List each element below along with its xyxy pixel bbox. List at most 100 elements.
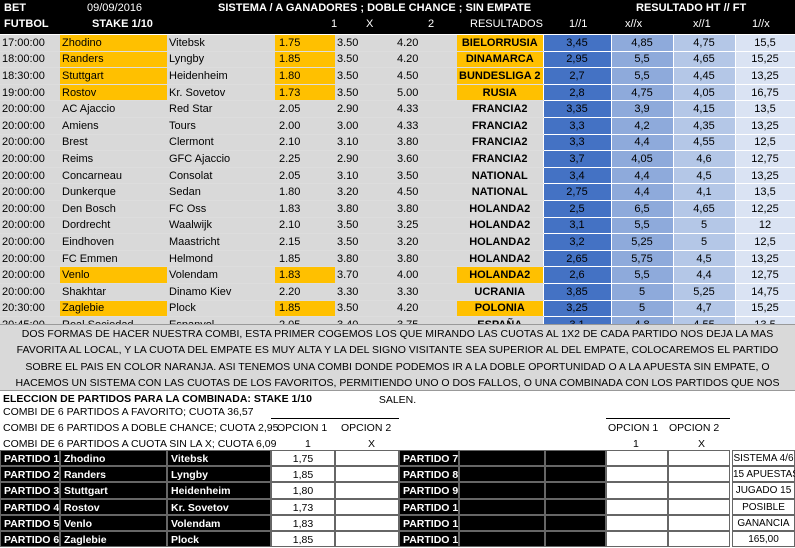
league-name: RUSIA <box>457 84 543 102</box>
result-x-x: 6,5 <box>610 199 674 218</box>
league-name: UCRANIA <box>457 283 543 301</box>
result-1-1: 3,1 <box>542 216 612 235</box>
odd-2: 4.20 <box>395 51 457 69</box>
explanation-text: DOS FORMAS DE HACER NUESTRA COMBI, ESTA … <box>0 324 795 406</box>
opt2-val-right: X <box>698 438 706 450</box>
result-x-x: 5,5 <box>610 50 674 69</box>
opt1-val-left: 1 <box>305 438 311 450</box>
match-time: 20:00:00 <box>0 200 60 218</box>
result-x-1: 4,55 <box>672 133 736 152</box>
partido-away <box>545 498 606 515</box>
home-team: Rostov <box>60 84 167 102</box>
away-team: Tours <box>167 117 275 135</box>
partido-home: Randers <box>60 466 167 483</box>
result-1-1: 2,65 <box>542 249 612 268</box>
away-team: Red Star <box>167 100 275 118</box>
partido-label: PARTIDO 4 <box>0 498 60 515</box>
table-row: 20:00:00 Reims GFC Ajaccio 2.25 2.90 3.60 FRAN… <box>0 150 795 168</box>
result-x-x: 4,75 <box>610 83 674 102</box>
result-x-x: 4,4 <box>610 166 674 185</box>
partido-away: Vitebsk <box>167 450 271 467</box>
result-1-x: 13,25 <box>734 166 795 185</box>
away-team: Waalwijk <box>167 217 275 235</box>
match-time: 20:00:00 <box>0 134 60 152</box>
odd-x: 3.70 <box>335 266 395 284</box>
stake-label: STAKE 1/10 <box>92 18 153 30</box>
result-1-1: 2,8 <box>542 83 612 102</box>
odd-2: 3.25 <box>395 217 457 235</box>
system-summary-cell: GANANCIA <box>732 514 795 531</box>
odd-2: 4.50 <box>395 183 457 201</box>
col-x-header: X <box>366 18 374 30</box>
partido-away: Heidenheim <box>167 482 271 499</box>
opcion2-cell <box>335 531 399 548</box>
result-x-x: 4,4 <box>610 133 674 152</box>
odd-2: 3.80 <box>395 134 457 152</box>
table-row: 20:00:00 Amiens Tours 2.00 3.00 4.33 FRANCIA2 3… <box>0 116 795 135</box>
result-1-x: 15,25 <box>734 50 795 69</box>
combi-line-3: COMBI DE 6 PARTIDOS A CUOTA SIN LA X; CU… <box>3 438 277 450</box>
result-x-x: 3,9 <box>610 100 674 118</box>
match-time: 20:00:00 <box>0 117 60 135</box>
result-x-x: 4,85 <box>610 34 674 52</box>
r4-header: 1//x <box>752 18 770 30</box>
partido-home: Stuttgart <box>60 482 167 499</box>
match-time: 18:00:00 <box>0 51 60 69</box>
result-x-1: 4,35 <box>672 116 736 135</box>
odd-1: 1.83 <box>275 200 335 218</box>
opcion1-cell <box>606 450 668 467</box>
partido-away: Plock <box>167 531 271 548</box>
odd-x: 2.90 <box>335 100 395 118</box>
partido-label: PARTIDO 9 <box>399 482 459 499</box>
result-x-1: 4,5 <box>672 166 736 185</box>
league-name: NATIONAL <box>457 167 543 185</box>
odd-1: 2.10 <box>275 134 335 152</box>
odd-x: 3.80 <box>335 250 395 268</box>
opcion2-cell <box>668 498 730 515</box>
match-time: 20:00:00 <box>0 150 60 168</box>
result-1-1: 3,3 <box>542 116 612 135</box>
result-1-x: 14,75 <box>734 282 795 301</box>
opcion1-cell <box>606 514 668 531</box>
away-team: Volendam <box>167 266 275 284</box>
table-row: 20:00:00 Eindhoven Maastricht 2.15 3.50 3.20 H… <box>0 233 795 251</box>
odd-x: 3.50 <box>335 51 395 69</box>
away-team: Plock <box>167 300 275 318</box>
opcion2-cell <box>668 482 730 499</box>
home-team: Eindhoven <box>60 233 167 251</box>
result-1-x: 13,5 <box>734 183 795 201</box>
result-1-x: 16,75 <box>734 83 795 102</box>
partido-home: Zaglebie <box>60 531 167 548</box>
result-x-1: 4,7 <box>672 299 736 318</box>
result-1-x: 12,75 <box>734 266 795 284</box>
odd-1: 1.73 <box>275 84 335 102</box>
away-team: Consolat <box>167 167 275 185</box>
result-1-1: 3,85 <box>542 282 612 301</box>
sheet-header: BET 09/09/2016 SISTEMA / A GANADORES ; D… <box>0 0 795 34</box>
odd-x: 3.10 <box>335 134 395 152</box>
opcion2-cell <box>335 514 399 531</box>
result-1-1: 2,5 <box>542 199 612 218</box>
odd-1: 1.85 <box>275 250 335 268</box>
away-team: Vitebsk <box>167 34 275 52</box>
odd-x: 3.50 <box>335 217 395 235</box>
table-row: 20:00:00 Dunkerque Sedan 1.80 3.20 4.50 NATION… <box>0 183 795 201</box>
odd-1: 2.20 <box>275 283 335 301</box>
system-summary-cell: POSIBLE <box>732 498 795 515</box>
partido-label: PARTIDO 1 <box>0 450 60 467</box>
away-team: GFC Ajaccio <box>167 150 275 168</box>
partido-away <box>545 531 606 548</box>
result-1-1: 3,35 <box>542 100 612 118</box>
table-row: 20:00:00 AC Ajaccio Red Star 2.05 2.90 4.33 FR… <box>0 100 795 118</box>
result-x-x: 5 <box>610 299 674 318</box>
opcion2-left: OPCION 2 <box>341 422 392 434</box>
away-team: Maastricht <box>167 233 275 251</box>
home-team: AC Ajaccio <box>60 100 167 118</box>
table-row: 20:00:00 Venlo Volendam 1.83 3.70 4.00 HOLANDA… <box>0 266 795 284</box>
result-1-x: 12,25 <box>734 199 795 218</box>
result-x-x: 4,4 <box>610 183 674 201</box>
league-name: HOLANDA2 <box>457 233 543 251</box>
partido-away <box>545 482 606 499</box>
result-1-x: 12,75 <box>734 150 795 168</box>
futbol-label: FUTBOL <box>4 18 49 30</box>
